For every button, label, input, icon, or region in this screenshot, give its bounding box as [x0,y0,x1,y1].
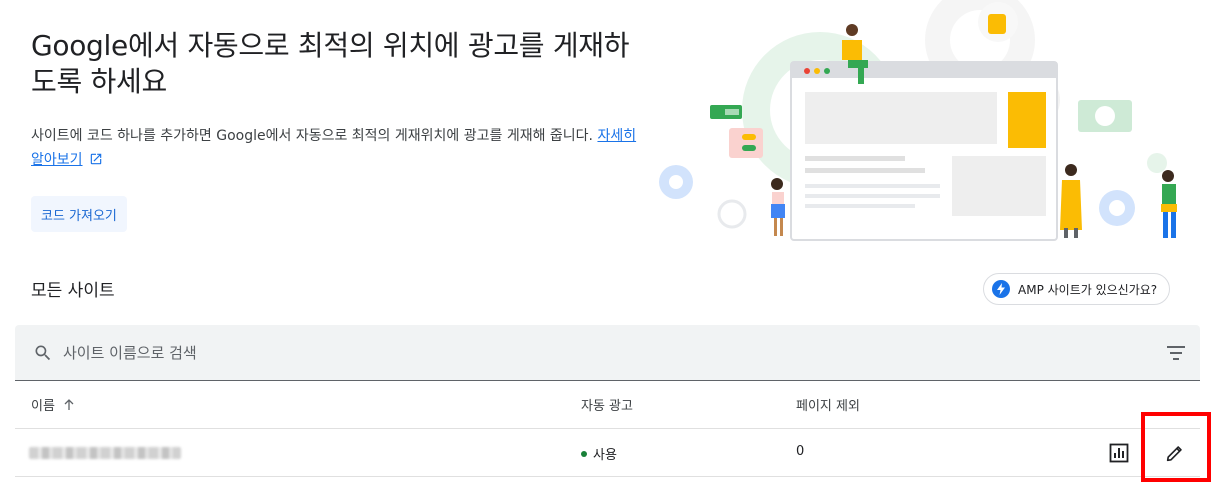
column-label: 이름 [31,399,55,414]
description-text: 사이트에 코드 하나를 추가하면 Google에서 자동으로 최적의 게재위치에… [31,128,593,144]
page-title: Google에서 자동으로 최적의 위치에 광고를 게재하도록 하세요 [31,29,630,98]
filter-icon[interactable] [1164,342,1188,364]
pencil-icon[interactable] [1164,442,1186,464]
gear-icon [1099,190,1135,226]
person-figure [771,178,785,236]
search-bar [15,325,1200,381]
excluded-pages-count: 0 [796,444,805,459]
amp-site-button[interactable]: AMP 사이트가 있으신가요? [983,273,1171,305]
section-title: 모든 사이트 [31,281,115,301]
table-row: 사용 0 [15,429,1200,477]
hero-illustration [659,0,1177,241]
auto-ads-status-label: 사용 [593,448,617,463]
person-figure [1161,170,1177,238]
column-header-auto-ads: 자동 광고 [581,399,633,414]
amp-button-label: AMP 사이트가 있으신가요? [1018,282,1158,297]
table-header: 이름 자동 광고 페이지 제외 [15,381,1200,429]
column-header-name[interactable]: 이름 [31,395,75,414]
person-figure [1060,164,1082,238]
column-header-excluded-pages: 페이지 제외 [796,399,860,414]
search-input[interactable] [63,339,1143,367]
page-description: 사이트에 코드 하나를 추가하면 Google에서 자동으로 최적의 게재위치에… [31,124,651,172]
status-dot [581,451,587,457]
search-icon [35,345,51,361]
site-name[interactable] [29,447,181,459]
arrow-up-icon [64,399,74,410]
get-code-button[interactable]: 코드 가져오기 [31,196,127,232]
bar-chart-icon[interactable] [1109,443,1129,463]
browser-window [790,61,1058,241]
external-link-icon [90,153,101,165]
auto-ads-status: 사용 [581,444,617,463]
gear-icon [659,165,693,199]
bolt-icon [992,280,1010,298]
